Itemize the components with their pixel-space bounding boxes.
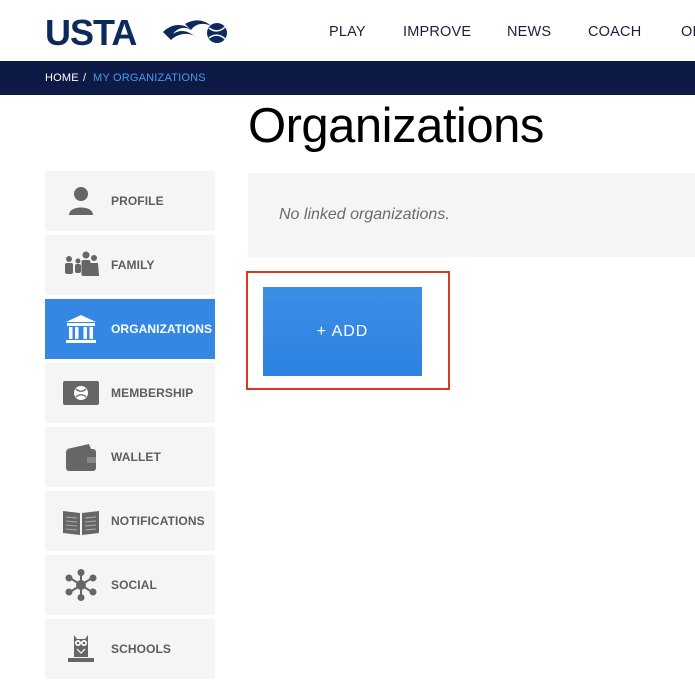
wallet-icon: [66, 444, 96, 471]
sidebar-item-label: WALLET: [111, 450, 161, 464]
sidebar-item-wallet[interactable]: WALLET: [45, 427, 215, 487]
logo-text: USTA: [45, 14, 137, 50]
page-title: Organizations: [248, 99, 544, 153]
sidebar-item-notifications[interactable]: NOTIFICATIONS: [45, 491, 215, 551]
sidebar-item-label: SCHOOLS: [111, 642, 172, 656]
empty-message: No linked organizations.: [279, 206, 450, 223]
sidebar-item-social[interactable]: SOCIAL: [45, 555, 215, 615]
nav-play[interactable]: PLAY: [329, 24, 366, 40]
membership-card-icon: [63, 381, 99, 405]
sidebar-item-label: MEMBERSHIP: [111, 386, 194, 400]
nav-coach[interactable]: COACH: [588, 24, 641, 40]
sidebar-item-organizations[interactable]: ORGANIZATIONS: [45, 299, 215, 359]
breadcrumb-current[interactable]: MY ORGANIZATIONS: [93, 61, 206, 95]
sidebar-item-family[interactable]: FAMILY: [45, 235, 215, 295]
sidebar-item-schools[interactable]: SCHOOLS: [45, 619, 215, 679]
sidebar-item-label: SOCIAL: [111, 578, 157, 592]
top-header: USTA PLAY IMPROVE NEWS COACH OF: [0, 0, 695, 60]
usta-logo[interactable]: USTA: [45, 14, 235, 50]
breadcrumb: HOME / MY ORGANIZATIONS: [0, 61, 695, 95]
nav-improve[interactable]: IMPROVE: [403, 24, 471, 40]
sidebar-item-membership[interactable]: MEMBERSHIP: [45, 363, 215, 423]
breadcrumb-home[interactable]: HOME: [45, 61, 79, 95]
family-icon: [65, 251, 99, 276]
person-icon: [69, 187, 93, 215]
sidebar-item-label: FAMILY: [111, 258, 155, 272]
nav-more[interactable]: OF: [681, 24, 695, 40]
breadcrumb-separator: /: [83, 72, 87, 84]
sidebar-item-label: PROFILE: [111, 194, 164, 208]
add-organization-button[interactable]: + ADD: [263, 287, 422, 376]
sidebar-item-label: ORGANIZATIONS: [111, 322, 213, 336]
sidebar-item-label: NOTIFICATIONS: [111, 514, 205, 528]
newspaper-icon: [63, 511, 99, 535]
sidebar-item-profile[interactable]: PROFILE: [45, 171, 215, 231]
organizations-panel: No linked organizations.: [248, 173, 695, 257]
owl-icon: [68, 635, 94, 662]
building-icon: [66, 315, 96, 343]
social-network-icon: [65, 569, 97, 601]
nav-news[interactable]: NEWS: [507, 24, 551, 40]
